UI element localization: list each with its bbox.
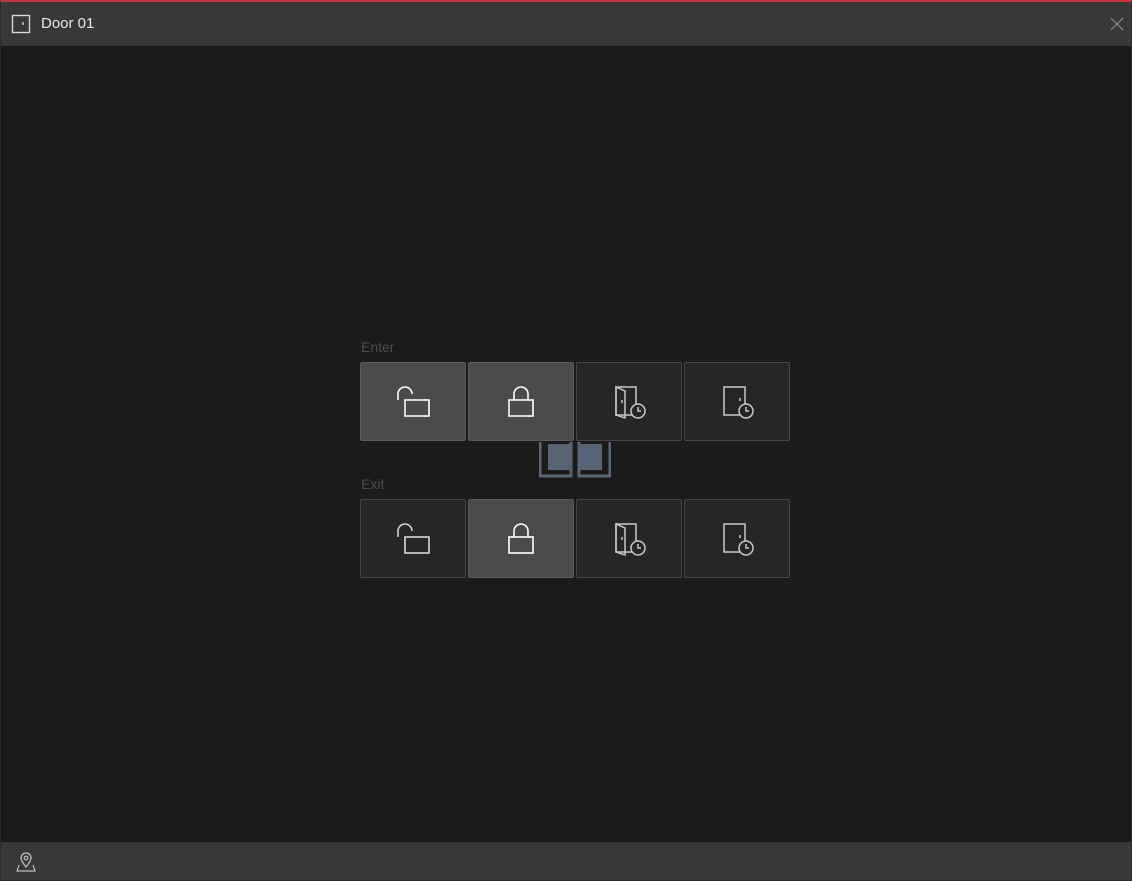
exit-unlock-button[interactable] <box>360 499 466 578</box>
exit-button-row <box>360 499 790 578</box>
lock-icon <box>499 380 543 424</box>
enter-door-closed-timer-button[interactable] <box>684 362 790 441</box>
status-bar <box>1 842 1131 880</box>
exit-door-closed-timer-button[interactable] <box>684 499 790 578</box>
lock-icon <box>499 517 543 561</box>
enter-door-open-timer-button[interactable] <box>576 362 682 441</box>
exit-label: Exit <box>361 476 385 492</box>
unlock-icon <box>391 380 435 424</box>
unlock-icon <box>391 517 435 561</box>
enter-lock-button[interactable] <box>468 362 574 441</box>
enter-button-row <box>360 362 790 441</box>
door-open-timer-icon <box>607 517 651 561</box>
door-closed-timer-icon <box>715 380 759 424</box>
exit-lock-button[interactable] <box>468 499 574 578</box>
title-bar: Door 01 <box>1 2 1131 46</box>
location-pin-icon[interactable] <box>15 851 37 873</box>
exit-door-open-timer-button[interactable] <box>576 499 682 578</box>
enter-unlock-button[interactable] <box>360 362 466 441</box>
door-closed-timer-icon <box>715 517 759 561</box>
enter-label: Enter <box>361 339 395 355</box>
door-open-timer-icon <box>607 380 651 424</box>
door-icon <box>11 14 31 34</box>
door-graphic <box>538 442 612 478</box>
close-icon[interactable] <box>1107 14 1127 34</box>
window-title: Door 01 <box>41 15 95 32</box>
door-control-window: Door 01 Enter Exit <box>0 0 1132 881</box>
